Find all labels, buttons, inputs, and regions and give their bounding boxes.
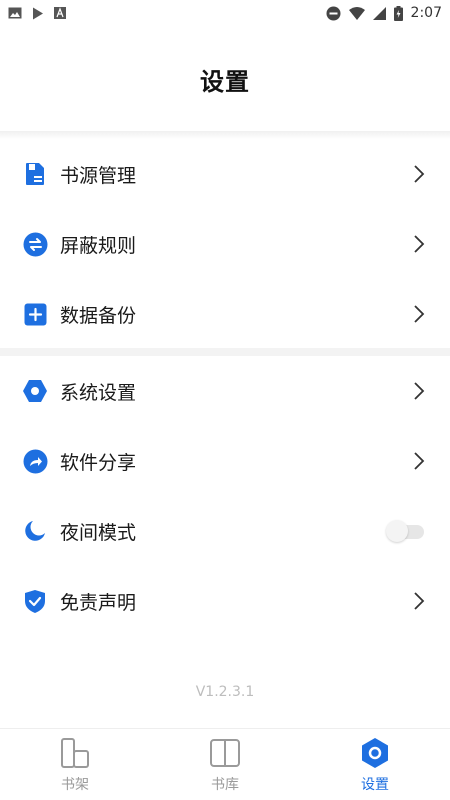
bookshelf-icon <box>59 736 91 770</box>
menu-item-label: 屏蔽规则 <box>60 234 137 257</box>
menu-group-1: 书源管理 屏蔽规则 数据备份 <box>0 139 450 349</box>
status-bar: 2:07 <box>0 0 450 26</box>
swap-icon <box>22 231 48 257</box>
chevron-right-icon <box>414 452 425 470</box>
status-time: 2:07 <box>410 5 442 21</box>
settings-icon <box>359 736 391 770</box>
nav-label: 书架 <box>61 776 89 793</box>
chevron-right-icon <box>414 305 425 323</box>
play-store-icon <box>33 7 43 19</box>
add-backup-icon <box>22 301 48 327</box>
menu-item-night-mode: 夜间模式 <box>0 496 450 566</box>
nav-label: 书库 <box>211 776 239 793</box>
chevron-right-icon <box>414 165 425 183</box>
nav-tab-bookshelf[interactable]: 书架 <box>0 729 150 800</box>
chevron-right-icon <box>414 235 425 253</box>
battery-icon <box>393 5 403 21</box>
nav-tab-settings[interactable]: 设置 <box>300 729 450 800</box>
menu-item-book-source[interactable]: 书源管理 <box>0 139 450 209</box>
book-source-icon <box>22 161 48 187</box>
chevron-right-icon <box>414 382 425 400</box>
menu-item-label: 数据备份 <box>60 304 137 327</box>
hexagon-settings-icon <box>22 378 48 404</box>
header-shadow <box>0 131 450 139</box>
menu-item-block-rules[interactable]: 屏蔽规则 <box>0 209 450 279</box>
menu-item-label: 夜间模式 <box>60 521 137 544</box>
app-version: V1.2.3.1 <box>195 684 255 700</box>
menu-item-label: 系统设置 <box>60 381 137 404</box>
menu-item-system-settings[interactable]: 系统设置 <box>0 356 450 426</box>
night-mode-toggle[interactable] <box>386 519 426 543</box>
moon-icon <box>22 518 48 544</box>
menu-item-disclaimer[interactable]: 免责声明 <box>0 566 450 636</box>
menu-item-share-app[interactable]: 软件分享 <box>0 426 450 496</box>
section-divider <box>0 348 450 356</box>
dnd-icon <box>326 6 341 20</box>
page-title: 设置 <box>200 67 250 96</box>
page-header: 设置 <box>0 26 450 132</box>
nav-label: 设置 <box>361 776 389 793</box>
menu-group-2: 系统设置 软件分享 夜间模式 免责声明 <box>0 356 450 636</box>
shield-check-icon <box>22 588 48 614</box>
menu-item-label: 免责声明 <box>60 591 137 614</box>
wifi-icon <box>348 6 365 20</box>
nav-tab-library[interactable]: 书库 <box>150 729 300 800</box>
library-icon <box>209 736 241 770</box>
menu-item-label: 书源管理 <box>60 164 137 187</box>
signal-icon <box>372 6 386 20</box>
share-icon <box>22 448 48 474</box>
toggle-thumb <box>386 520 408 542</box>
a-icon <box>54 7 66 19</box>
menu-item-label: 软件分享 <box>60 451 137 474</box>
chevron-right-icon <box>414 592 425 610</box>
image-icon <box>8 7 22 19</box>
menu-item-data-backup[interactable]: 数据备份 <box>0 279 450 349</box>
bottom-nav: 书架 书库 设置 <box>0 728 450 800</box>
